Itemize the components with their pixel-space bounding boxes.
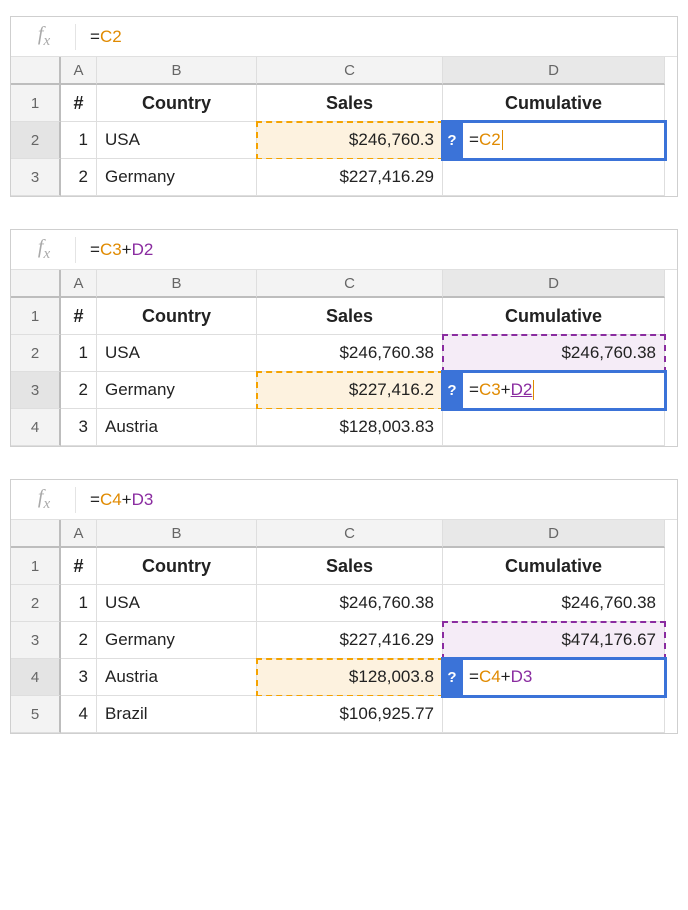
row-header-2[interactable]: 2 xyxy=(11,122,61,159)
cell-b2[interactable]: USA xyxy=(97,335,257,372)
header-hash[interactable]: # xyxy=(61,548,97,585)
formula-text[interactable]: =C3+D2 xyxy=(90,240,153,260)
row-header-5[interactable]: 5 xyxy=(11,696,61,733)
col-header-b[interactable]: B xyxy=(97,520,257,548)
cell-c3[interactable]: $227,416.2 xyxy=(257,372,443,409)
cell-c3[interactable]: $227,416.29 xyxy=(257,159,443,196)
row-header-2[interactable]: 2 xyxy=(11,585,61,622)
spreadsheet-panel-3: fx =C4+D3 A B C D 1 # Country Sales Cumu… xyxy=(10,479,678,734)
fx-icon: fx xyxy=(19,23,69,50)
cell-b3[interactable]: Germany xyxy=(97,372,257,409)
cell-d4[interactable] xyxy=(443,409,665,446)
cell-a2[interactable]: 1 xyxy=(61,122,97,159)
corner-cell[interactable] xyxy=(11,520,61,548)
cell-b3[interactable]: Germany xyxy=(97,159,257,196)
text-cursor xyxy=(502,130,503,150)
header-hash[interactable]: # xyxy=(61,298,97,335)
header-sales[interactable]: Sales xyxy=(257,85,443,122)
corner-cell[interactable] xyxy=(11,57,61,85)
fx-icon: fx xyxy=(19,236,69,263)
formula-bar[interactable]: fx =C2 xyxy=(11,17,677,57)
col-header-a[interactable]: A xyxy=(61,270,97,298)
row-header-1[interactable]: 1 xyxy=(11,548,61,585)
cell-c3[interactable]: $227,416.29 xyxy=(257,622,443,659)
cell-b3[interactable]: Germany xyxy=(97,622,257,659)
row-header-3[interactable]: 3 xyxy=(11,159,61,196)
col-header-c[interactable]: C xyxy=(257,270,443,298)
col-header-a[interactable]: A xyxy=(61,57,97,85)
col-header-c[interactable]: C xyxy=(257,520,443,548)
fx-icon: fx xyxy=(19,486,69,513)
cell-c2[interactable]: $246,760.38 xyxy=(257,585,443,622)
cell-a3[interactable]: 2 xyxy=(61,372,97,409)
col-header-d[interactable]: D xyxy=(443,520,665,548)
formula-bar[interactable]: fx =C3+D2 xyxy=(11,230,677,270)
col-header-a[interactable]: A xyxy=(61,520,97,548)
col-header-d[interactable]: D xyxy=(443,270,665,298)
grid[interactable]: A B C D 1 # Country Sales Cumulative 2 1… xyxy=(11,520,677,733)
cell-d5[interactable] xyxy=(443,696,665,733)
grid[interactable]: A B C D 1 # Country Sales Cumulative 2 1… xyxy=(11,57,677,196)
col-header-b[interactable]: B xyxy=(97,57,257,85)
cell-d3[interactable] xyxy=(443,159,665,196)
cell-d4-editing[interactable]: ? =C4+D3 xyxy=(443,659,665,696)
spreadsheet-panel-2: fx =C3+D2 A B C D 1 # Country Sales Cumu… xyxy=(10,229,678,447)
header-hash[interactable]: # xyxy=(61,85,97,122)
formula-hint-icon[interactable]: ? xyxy=(443,372,463,409)
row-header-3[interactable]: 3 xyxy=(11,622,61,659)
divider xyxy=(75,24,76,50)
cell-b5[interactable]: Brazil xyxy=(97,696,257,733)
cell-a3[interactable]: 2 xyxy=(61,622,97,659)
col-header-b[interactable]: B xyxy=(97,270,257,298)
header-sales[interactable]: Sales xyxy=(257,298,443,335)
cell-a2[interactable]: 1 xyxy=(61,335,97,372)
spreadsheet-panel-1: fx =C2 A B C D 1 # Country Sales Cumulat… xyxy=(10,16,678,197)
col-header-d[interactable]: D xyxy=(443,57,665,85)
header-country[interactable]: Country xyxy=(97,298,257,335)
cell-b2[interactable]: USA xyxy=(97,585,257,622)
divider xyxy=(75,487,76,513)
header-cumulative[interactable]: Cumulative xyxy=(443,548,665,585)
cell-d2-editing[interactable]: ? =C2 xyxy=(443,122,665,159)
row-header-3[interactable]: 3 xyxy=(11,372,61,409)
cell-b2[interactable]: USA xyxy=(97,122,257,159)
row-header-2[interactable]: 2 xyxy=(11,335,61,372)
row-header-4[interactable]: 4 xyxy=(11,659,61,696)
formula-text[interactable]: =C4+D3 xyxy=(90,490,153,510)
cell-d2[interactable]: $246,760.38 xyxy=(443,585,665,622)
formula-bar[interactable]: fx =C4+D3 xyxy=(11,480,677,520)
col-header-c[interactable]: C xyxy=(257,57,443,85)
cell-c2[interactable]: $246,760.38 xyxy=(257,335,443,372)
cell-c4[interactable]: $128,003.83 xyxy=(257,409,443,446)
formula-hint-icon[interactable]: ? xyxy=(443,659,463,696)
header-sales[interactable]: Sales xyxy=(257,548,443,585)
cell-b4[interactable]: Austria xyxy=(97,409,257,446)
cell-a2[interactable]: 1 xyxy=(61,585,97,622)
row-header-1[interactable]: 1 xyxy=(11,85,61,122)
text-cursor xyxy=(533,380,534,400)
cell-c2[interactable]: $246,760.3 xyxy=(257,122,443,159)
cell-b4[interactable]: Austria xyxy=(97,659,257,696)
corner-cell[interactable] xyxy=(11,270,61,298)
cell-d3[interactable]: $474,176.67 xyxy=(443,622,665,659)
row-header-1[interactable]: 1 xyxy=(11,298,61,335)
formula-hint-icon[interactable]: ? xyxy=(443,122,463,159)
divider xyxy=(75,237,76,263)
row-header-4[interactable]: 4 xyxy=(11,409,61,446)
cell-c4[interactable]: $128,003.8 xyxy=(257,659,443,696)
cell-a5[interactable]: 4 xyxy=(61,696,97,733)
header-country[interactable]: Country xyxy=(97,548,257,585)
cell-d3-editing[interactable]: ? =C3+D2 xyxy=(443,372,665,409)
grid[interactable]: A B C D 1 # Country Sales Cumulative 2 1… xyxy=(11,270,677,446)
cell-a4[interactable]: 3 xyxy=(61,409,97,446)
header-cumulative[interactable]: Cumulative xyxy=(443,298,665,335)
formula-text[interactable]: =C2 xyxy=(90,27,122,47)
cell-a4[interactable]: 3 xyxy=(61,659,97,696)
cell-d2[interactable]: $246,760.38 xyxy=(443,335,665,372)
cell-a3[interactable]: 2 xyxy=(61,159,97,196)
header-cumulative[interactable]: Cumulative xyxy=(443,85,665,122)
cell-c5[interactable]: $106,925.77 xyxy=(257,696,443,733)
header-country[interactable]: Country xyxy=(97,85,257,122)
